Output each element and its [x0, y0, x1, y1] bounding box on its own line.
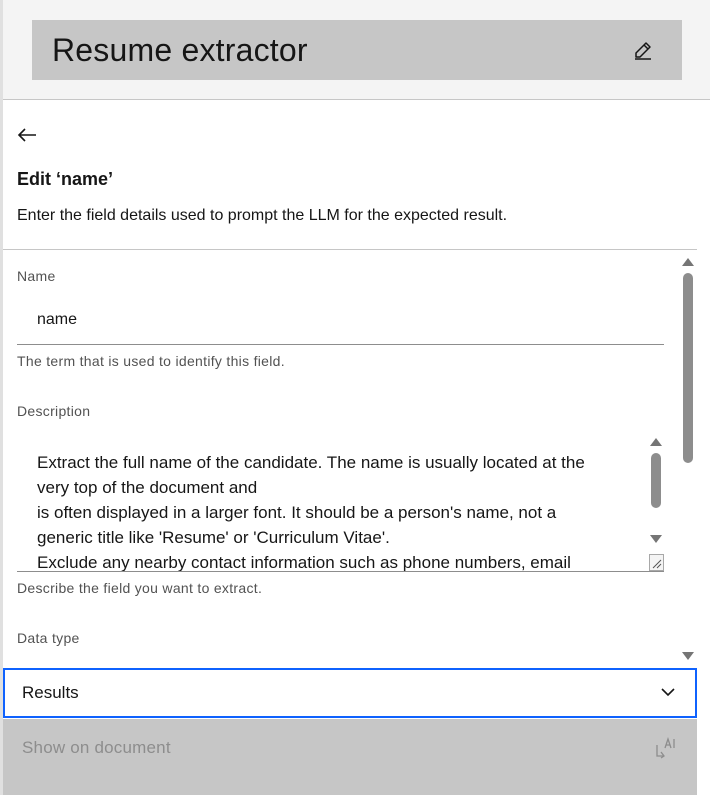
panel-heading: Edit ‘name’	[17, 169, 114, 189]
arrow-left-icon[interactable]	[15, 123, 39, 147]
scroll-down-arrow-icon[interactable]	[682, 652, 694, 660]
top-area: Resume extractor	[0, 0, 710, 100]
scroll-up-arrow-icon[interactable]	[650, 438, 662, 446]
textarea-scrollbar[interactable]	[648, 432, 664, 571]
description-label: Description	[17, 403, 91, 419]
data-type-label: Data type	[17, 630, 80, 646]
scrollbar-thumb[interactable]	[683, 273, 693, 463]
description-line: generic title like 'Resume' or 'Curricul…	[37, 528, 390, 547]
scroll-down-arrow-icon[interactable]	[650, 535, 662, 543]
description-textarea[interactable]: Extract the full name of the candidate. …	[17, 432, 664, 572]
scroll-up-arrow-icon[interactable]	[682, 258, 694, 266]
footer-bar: Show on document	[3, 719, 697, 795]
description-text: Extract the full name of the candidate. …	[37, 450, 637, 572]
resize-handle-icon[interactable]	[649, 554, 664, 571]
name-label: Name	[17, 268, 56, 284]
page-title: Resume extractor	[52, 31, 308, 68]
title-bar: Resume extractor	[32, 20, 682, 80]
panel-scrollbar[interactable]	[680, 253, 696, 663]
description-line: is often displayed in a larger font. It …	[37, 503, 557, 522]
show-on-document-button[interactable]: Show on document	[22, 738, 171, 758]
pencil-icon[interactable]	[632, 39, 654, 61]
description-line: very top of the document and	[37, 478, 258, 497]
form-scroll-area: Name The term that is used to identify t…	[3, 250, 710, 667]
results-dropdown[interactable]: Results	[3, 668, 697, 718]
ai-label-icon[interactable]	[655, 736, 677, 759]
description-line: Exclude any nearby contact information s…	[37, 553, 571, 572]
scrollbar-thumb[interactable]	[651, 453, 661, 508]
panel-description: Enter the field details used to prompt t…	[17, 207, 508, 224]
name-helper-text: The term that is used to identify this f…	[17, 353, 285, 369]
chevron-down-icon	[661, 684, 675, 702]
results-dropdown-label: Results	[22, 683, 79, 702]
description-line: Extract the full name of the candidate. …	[37, 453, 585, 472]
description-helper-text: Describe the field you want to extract.	[17, 580, 263, 596]
name-input[interactable]	[17, 295, 664, 345]
